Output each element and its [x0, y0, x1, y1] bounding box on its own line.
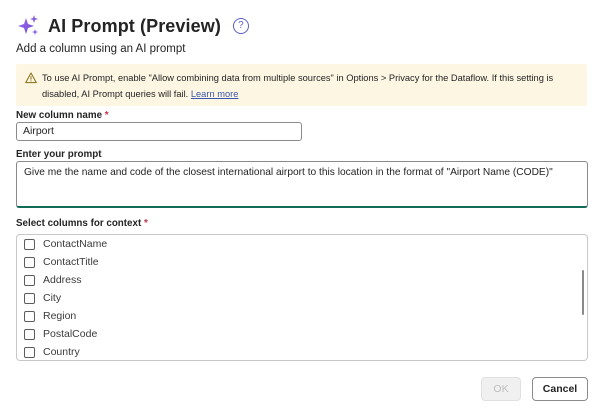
list-item[interactable]: ContactName: [24, 236, 107, 252]
list-item[interactable]: Address: [24, 272, 82, 288]
list-item-label: ContactTitle: [43, 256, 99, 268]
checkbox[interactable]: [24, 238, 35, 250]
question-circle-icon[interactable]: ?: [232, 18, 249, 34]
scrollbar-thumb[interactable]: [582, 270, 584, 315]
checkbox[interactable]: [24, 256, 35, 268]
column-name-input[interactable]: Airport: [16, 122, 302, 141]
list-item-label: ContactName: [43, 238, 108, 250]
warning-triangle-icon: [25, 72, 37, 84]
context-label-text: Select columns for context: [16, 218, 142, 229]
list-item[interactable]: Country: [24, 344, 80, 360]
cancel-button[interactable]: Cancel: [532, 377, 588, 401]
checkbox[interactable]: [24, 310, 35, 322]
prompt-label: Enter your prompt: [16, 149, 102, 160]
list-item[interactable]: ContactTitle: [24, 254, 99, 270]
dialog-title: AI Prompt (Preview): [48, 15, 221, 36]
checkbox[interactable]: [24, 292, 35, 304]
dialog-header: AI Prompt (Preview) ?: [16, 12, 249, 40]
list-item-label: Address: [43, 274, 82, 286]
list-item-label: Region: [43, 310, 77, 322]
list-item[interactable]: City: [24, 290, 61, 306]
context-column-list[interactable]: ContactName ContactTitle Address City Re…: [16, 234, 588, 361]
list-item-label: PostalCode: [43, 328, 98, 340]
list-item-label: City: [43, 292, 62, 304]
list-item-label: Country: [43, 346, 80, 358]
required-mark: *: [143, 218, 148, 229]
warning-text: To use AI Prompt, enable "Allow combinin…: [42, 73, 554, 99]
learn-more-link[interactable]: Learn more: [191, 89, 239, 99]
list-item[interactable]: Region: [24, 308, 76, 324]
dialog-subtitle: Add a column using an AI prompt: [16, 43, 186, 55]
context-label: Select columns for context *: [16, 218, 148, 229]
checkbox[interactable]: [24, 328, 35, 340]
sparkle-icon: [18, 15, 38, 35]
checkbox[interactable]: [24, 274, 35, 286]
column-name-label-text: New column name: [16, 110, 103, 121]
prompt-textarea[interactable]: Give me the name and code of the closest…: [16, 161, 588, 208]
warning-banner: To use AI Prompt, enable "Allow combinin…: [16, 64, 587, 106]
column-name-label: New column name *: [16, 110, 109, 121]
ok-button[interactable]: OK: [481, 377, 521, 401]
required-mark: *: [104, 110, 109, 121]
list-item[interactable]: PostalCode: [24, 326, 97, 342]
checkbox[interactable]: [24, 346, 35, 358]
